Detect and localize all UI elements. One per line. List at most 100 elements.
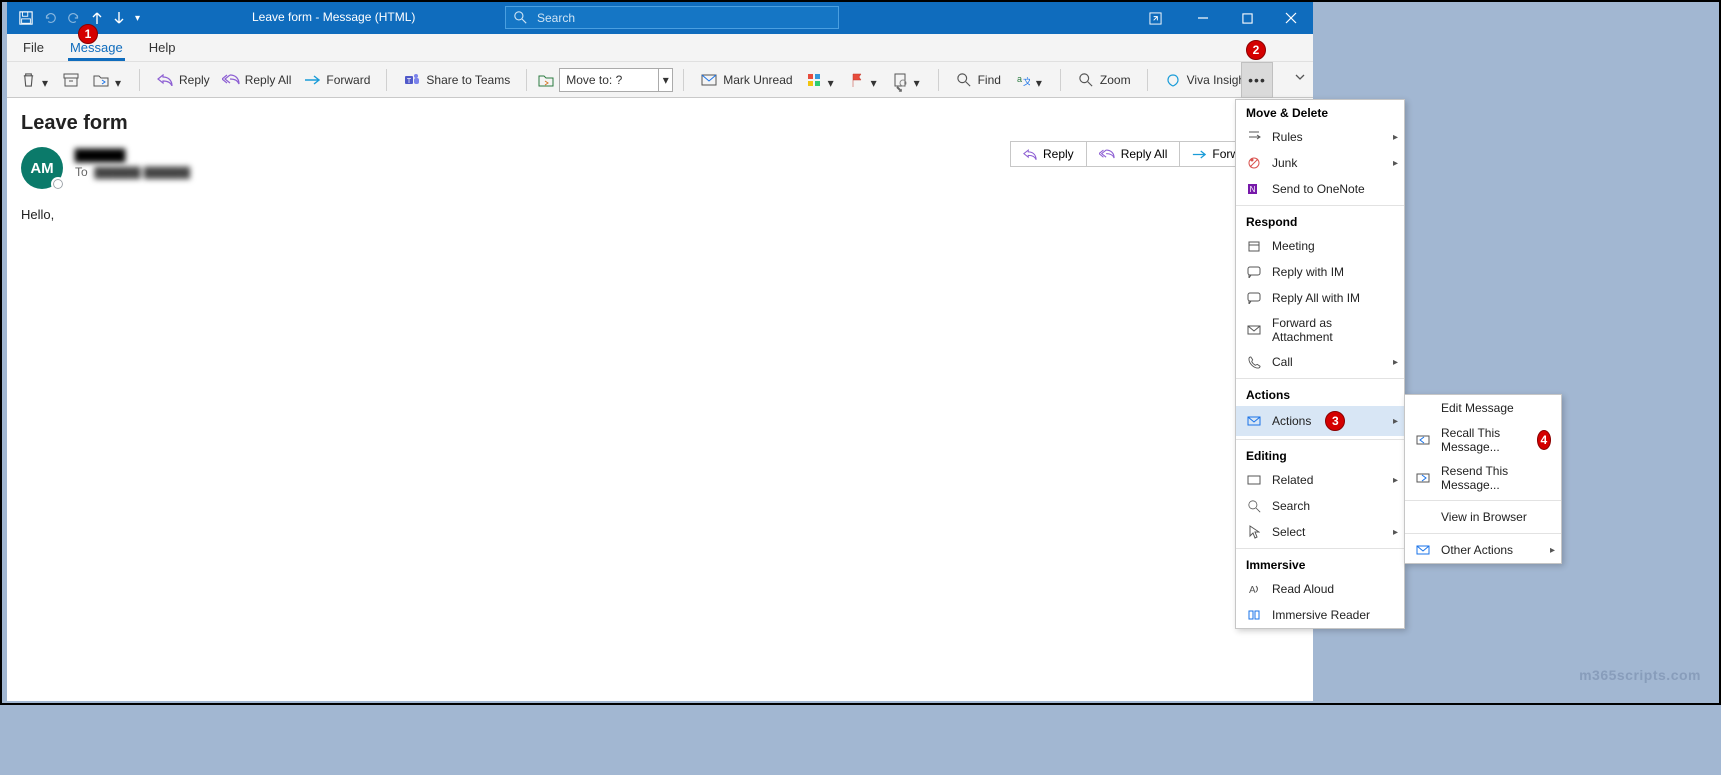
msg-reply-all-button[interactable]: Reply All (1087, 141, 1181, 167)
rules-icon (1246, 129, 1262, 145)
undo-icon[interactable] (43, 11, 57, 25)
to-line: To ▇▇▇▇▇ ▇▇▇▇▇ (75, 165, 190, 179)
read-aloud-icon: A (1246, 581, 1262, 597)
ctx-reply-im[interactable]: Reply with IM (1236, 259, 1404, 285)
select-icon (1246, 524, 1262, 540)
find-button[interactable]: Find (949, 67, 1007, 93)
ctx-meeting[interactable]: Meeting (1236, 233, 1404, 259)
translate-icon: a文 (1013, 71, 1031, 89)
tab-help[interactable]: Help (147, 36, 178, 61)
forward-button[interactable]: Forward (297, 67, 376, 93)
message-header: AM ▇▇▇▇▇ To ▇▇▇▇▇ ▇▇▇▇▇ Reply Reply All … (7, 141, 1313, 199)
ctx-immersive-reader[interactable]: Immersive Reader (1236, 602, 1404, 628)
chevron-down-icon: ▾ (42, 76, 50, 84)
fwd-attach-icon (1246, 322, 1262, 338)
annotation-badge-3: 3 (1325, 411, 1345, 431)
ribbon-tabs: File Message Help (7, 34, 1313, 62)
ctx-reply-all-im[interactable]: Reply All with IM (1236, 285, 1404, 311)
pop-in-icon[interactable] (1135, 2, 1175, 34)
onenote-icon: N (1246, 181, 1262, 197)
reply-all-icon (222, 71, 240, 89)
im-icon (1246, 264, 1262, 280)
dialog-launcher-icon[interactable]: ⬊ (895, 84, 903, 95)
move-to-dropdown[interactable]: ▾ (659, 68, 673, 92)
translate-button[interactable]: a文▾ (1007, 67, 1050, 93)
ctx-edit-message[interactable]: Edit Message (1405, 395, 1561, 421)
move-to-combo[interactable]: Move to: ? (559, 68, 659, 92)
prev-item-icon[interactable] (91, 11, 103, 25)
envelope-icon (700, 71, 718, 89)
ctx-actions[interactable]: Actions3▸ (1236, 406, 1404, 436)
ribbon: ▾ ▾ Reply Reply All Forward TShare to Te… (7, 62, 1313, 98)
related-icon (1246, 472, 1262, 488)
ctx-forward-attachment[interactable]: Forward as Attachment (1236, 311, 1404, 349)
categorize-button[interactable]: ▾ (799, 67, 842, 93)
find-icon (955, 71, 973, 89)
teams-icon: T (403, 71, 421, 89)
zoom-button[interactable]: Zoom (1071, 67, 1137, 93)
annotation-badge-2: 2 (1246, 40, 1266, 60)
svg-text:N: N (1250, 185, 1256, 194)
ctx-section-editing: Editing (1236, 443, 1404, 467)
tab-file[interactable]: File (21, 36, 46, 61)
qat-customize-icon[interactable]: ▾ (135, 13, 140, 24)
ctx-related[interactable]: Related▸ (1236, 467, 1404, 493)
svg-text:文: 文 (1023, 76, 1030, 87)
next-item-icon[interactable] (113, 11, 125, 25)
ctx-read-aloud[interactable]: ARead Aloud (1236, 576, 1404, 602)
ctx-rules[interactable]: Rules▸ (1236, 124, 1404, 150)
ctx-other-actions[interactable]: Other Actions▸ (1405, 537, 1561, 563)
delete-button[interactable]: ▾ (13, 67, 56, 93)
reply-all-button[interactable]: Reply All (216, 67, 298, 93)
redo-icon[interactable] (67, 11, 81, 25)
search-placeholder: Search (537, 11, 575, 25)
svg-text:T: T (407, 78, 412, 85)
other-actions-icon (1415, 542, 1431, 558)
move-to-folder-icon[interactable] (537, 71, 555, 89)
message-subject: Leave form (7, 98, 1313, 141)
close-button[interactable] (1269, 2, 1313, 34)
more-commands-menu: Move & Delete Rules▸ Junk▸ NSend to OneN… (1235, 99, 1405, 629)
flag-button[interactable]: ▾ (842, 67, 885, 93)
msg-reply-button[interactable]: Reply (1010, 141, 1087, 167)
sender-block: ▇▇▇▇▇ To ▇▇▇▇▇ ▇▇▇▇▇ (75, 147, 190, 179)
minimize-button[interactable] (1181, 2, 1225, 34)
maximize-button[interactable] (1225, 2, 1269, 34)
ctx-onenote[interactable]: NSend to OneNote (1236, 176, 1404, 202)
ctx-resend-message[interactable]: Resend This Message... (1405, 459, 1561, 497)
tab-message[interactable]: Message (68, 36, 125, 61)
search-input[interactable]: Search (505, 6, 839, 29)
policy-button[interactable]: ▾ (885, 67, 928, 93)
watermark: m365scripts.com (1579, 667, 1701, 683)
archive-button[interactable] (56, 67, 86, 93)
search-small-icon (1246, 498, 1262, 514)
categorize-icon (805, 71, 823, 89)
ctx-select[interactable]: Select▸ (1236, 519, 1404, 545)
more-commands-button[interactable]: ••• (1241, 62, 1273, 98)
ctx-section-respond: Respond (1236, 209, 1404, 233)
titlebar: ▾ Leave form - Message (HTML) Search (7, 2, 1313, 34)
flag-icon (848, 71, 866, 89)
ctx-search[interactable]: Search (1236, 493, 1404, 519)
share-teams-button[interactable]: TShare to Teams (397, 67, 516, 93)
ctx-view-browser[interactable]: View in Browser (1405, 504, 1561, 530)
message-content: Leave form AM ▇▇▇▇▇ To ▇▇▇▇▇ ▇▇▇▇▇ Reply… (7, 98, 1313, 701)
app-window: ▾ Leave form - Message (HTML) Search Fil… (7, 2, 1313, 98)
window-controls (1135, 2, 1313, 34)
actions-icon (1246, 413, 1262, 429)
meeting-icon (1246, 238, 1262, 254)
ctx-junk[interactable]: Junk▸ (1236, 150, 1404, 176)
svg-text:a: a (1017, 74, 1022, 84)
annotation-badge-1: 1 (78, 24, 98, 44)
collapse-ribbon-icon[interactable] (1293, 70, 1307, 87)
ctx-section-move: Move & Delete (1236, 100, 1404, 124)
reply-button[interactable]: Reply (150, 67, 216, 93)
avatar: AM (21, 147, 63, 189)
mark-unread-button[interactable]: Mark Unread (694, 67, 798, 93)
annotation-badge-4: 4 (1537, 430, 1551, 450)
ctx-call[interactable]: Call▸ (1236, 349, 1404, 375)
viva-icon (1164, 71, 1182, 89)
save-icon[interactable] (19, 11, 33, 25)
ctx-recall-message[interactable]: Recall This Message...4 (1405, 421, 1561, 459)
move-button[interactable]: ▾ (86, 67, 129, 93)
